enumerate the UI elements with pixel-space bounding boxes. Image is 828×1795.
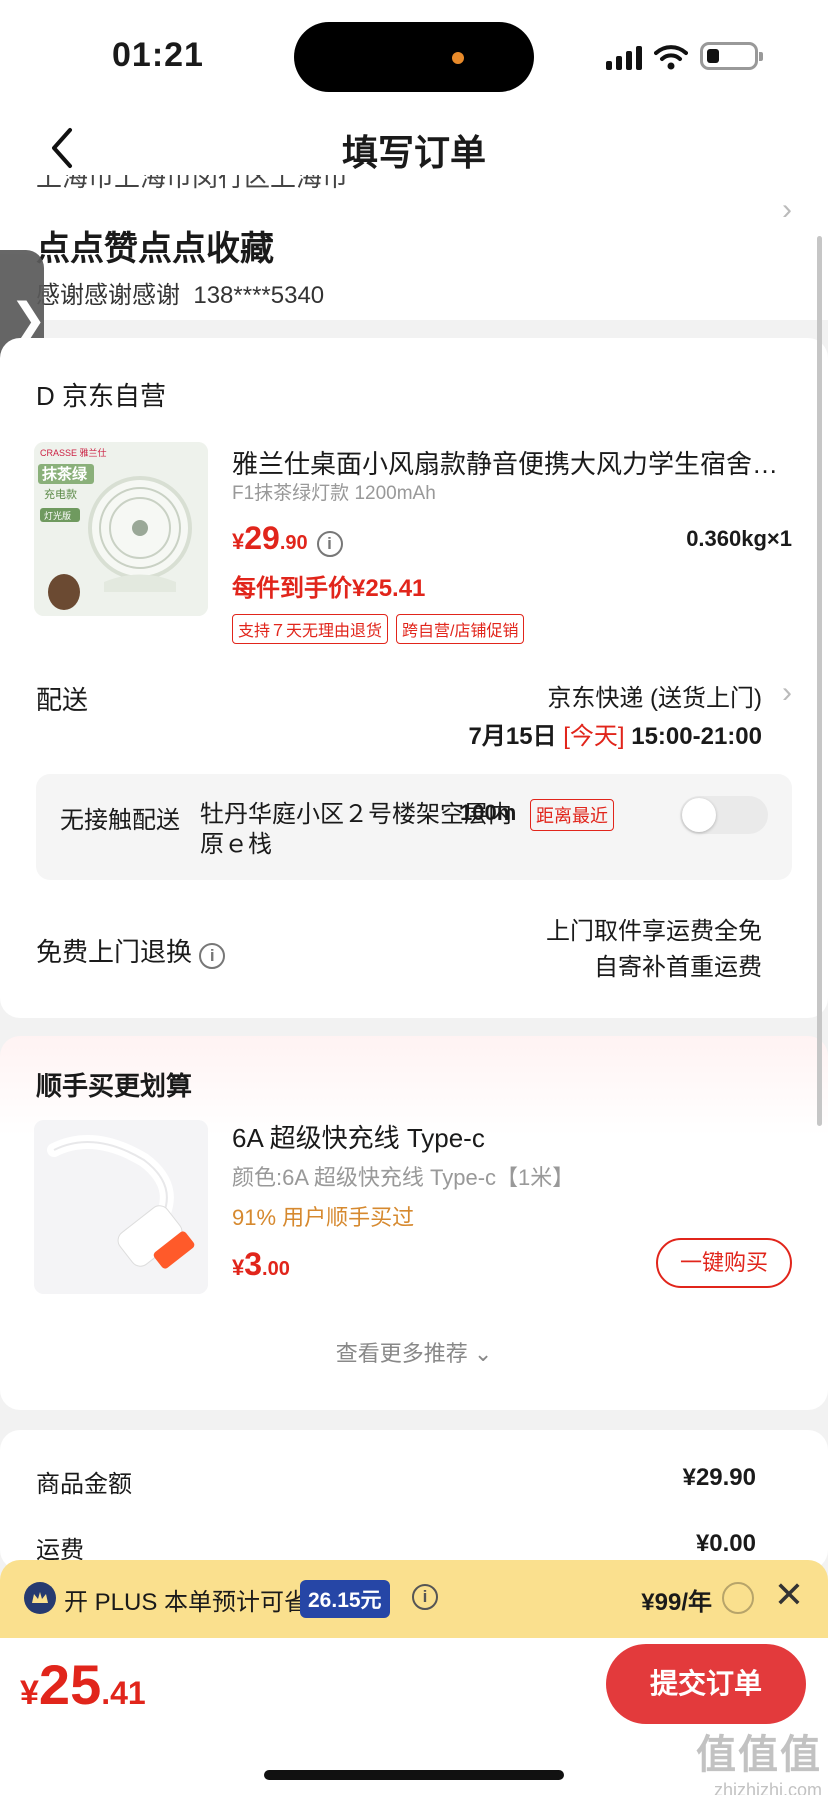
status-icons (606, 40, 763, 70)
see-more-recommend[interactable]: 查看更多推荐 ⌄ (0, 1336, 828, 1368)
delivery-method[interactable]: 京东快递 (送货上门) (547, 678, 762, 713)
free-return-label: 免费上门退换 i (36, 932, 226, 969)
status-bar: 01:21 (0, 0, 828, 110)
status-time: 01:21 (112, 36, 204, 74)
order-card: D 京东自营 CRASSE 雅兰仕 抹茶绿 充电款 灯光版 雅兰仕桌面小风扇款静… (0, 338, 828, 1018)
recommend-item-name[interactable]: 6A 超级快充线 Type-c (232, 1118, 485, 1155)
delivery-time[interactable]: 7月15日 [今天] 15:00-21:00 (469, 716, 763, 751)
signal-icon (606, 44, 642, 70)
product-spec: F1抹茶绿灯款 1200mAh (232, 483, 436, 504)
svg-text:CRASSE 雅兰仕: CRASSE 雅兰仕 (40, 447, 107, 458)
checkout-bar: ¥25.41 提交订单 值值值 zhizhizhi.com (0, 1638, 828, 1795)
info-icon[interactable]: i (412, 1584, 438, 1610)
nearest-badge: 距离最近 (530, 799, 614, 831)
dynamic-island (294, 22, 534, 92)
summary-row-goods: 商品金额 ¥29.90 (36, 1464, 756, 1498)
tag-return: 支持７天无理由退货 (232, 614, 389, 644)
scrollbar[interactable] (817, 236, 822, 1126)
chevron-right-icon: › (782, 193, 792, 226)
product-image[interactable]: CRASSE 雅兰仕 抹茶绿 充电款 灯光版 (34, 442, 208, 616)
address-card[interactable]: 上海市上海市闵行区上海市 点点赞点点收藏 感谢感谢感谢 138****5340 … (0, 175, 828, 320)
delivery-label: 配送 (36, 685, 89, 715)
product-title[interactable]: 雅兰仕桌面小风扇款静音便携大风力学生宿舍床… (232, 444, 792, 481)
plus-saving-badge: 26.15元 (300, 1580, 390, 1618)
plus-crown-icon (24, 1582, 56, 1614)
submit-order-button[interactable]: 提交订单 (606, 1644, 806, 1724)
close-icon[interactable]: ✕ (774, 1574, 804, 1616)
return-policy: 上门取件享运费全免 自寄补首重运费 (546, 918, 762, 981)
address-line: 上海市上海市闵行区上海市 (36, 175, 349, 192)
product-price: ¥29.90 i (232, 520, 343, 557)
contactless-distance: 100m (460, 800, 517, 825)
chevron-down-icon: ⌄ (473, 1341, 493, 1366)
recommend-title: 顺手买更划算 (36, 1071, 193, 1101)
final-unit-price: 每件到手价¥25.41 (232, 575, 426, 602)
product-weight: 0.360kg×1 (686, 526, 792, 551)
contact-phone: 138****5340 (193, 282, 325, 309)
plus-price: ¥99/年 (641, 1589, 712, 1616)
contactless-label: 无接触配送 (60, 807, 180, 834)
contactless-toggle[interactable] (680, 796, 768, 834)
recommend-item-social: 91% 用户顺手买过 (232, 1205, 415, 1230)
shop-name: D 京东自营 (36, 381, 167, 411)
receiver-name: 点点赞点点收藏 (36, 230, 274, 268)
product-tags: 支持７天无理由退货 跨自营/店铺促销 (232, 614, 525, 644)
svg-text:灯光版: 灯光版 (44, 510, 71, 521)
total-price: ¥25.41 (20, 1653, 146, 1716)
receiver-contact: 感谢感谢感谢 138****5340 (36, 275, 324, 310)
contact-name: 感谢感谢感谢 (36, 282, 180, 309)
recommend-item-spec: 颜色:6A 超级快充线 Type-c【1米】 (232, 1165, 575, 1190)
svg-text:抹茶绿: 抹茶绿 (42, 465, 88, 483)
contactless-delivery-box: 无接触配送 牡丹华庭小区２号楼架空层内原ｅ栈 100m 距离最近 (36, 774, 792, 880)
one-click-buy-button[interactable]: 一键购买 (656, 1238, 792, 1288)
plus-select-radio[interactable] (722, 1582, 754, 1614)
island-indicator-dot (452, 52, 464, 64)
info-icon[interactable]: i (316, 531, 343, 557)
home-indicator[interactable] (264, 1770, 564, 1780)
recommend-item-image[interactable] (34, 1120, 208, 1294)
price-summary: 商品金额 ¥29.90 运费 ¥0.00 (0, 1430, 828, 1570)
svg-text:充电款: 充电款 (44, 487, 77, 501)
wifi-icon (654, 45, 688, 70)
page-title: 填写订单 (341, 132, 486, 173)
battery-icon (700, 42, 763, 70)
tag-promo: 跨自营/店铺促销 (396, 614, 525, 644)
plus-banner[interactable]: 开 PLUS 本单预计可省 26.15元 i ¥99/年 ✕ (0, 1560, 828, 1638)
chevron-right-icon: › (782, 676, 792, 709)
plus-text: 开 PLUS 本单预计可省 (64, 1589, 309, 1616)
recommend-item-price: ¥3.00 (232, 1246, 290, 1282)
watermark: 值值值 zhizhizhi.com (696, 1733, 822, 1795)
info-icon[interactable]: i (199, 943, 226, 969)
recommend-card: 顺手买更划算 6A 超级快充线 Type-c 颜色:6A 超级快充线 Type-… (0, 1036, 828, 1410)
